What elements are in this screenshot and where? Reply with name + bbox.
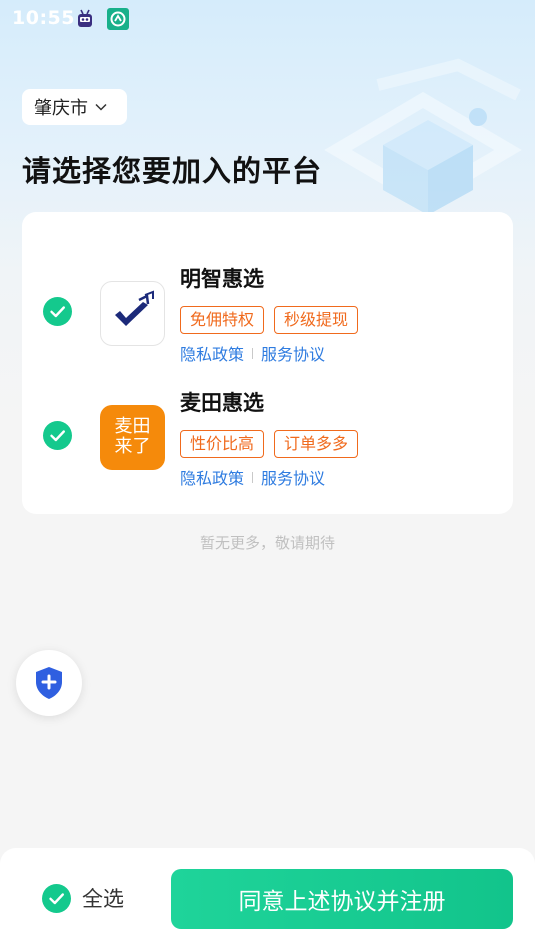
app-notification-icon: [107, 8, 129, 30]
platform-name: 明智惠选: [180, 267, 264, 291]
tag-badge: 订单多多: [274, 430, 359, 458]
checked-circle-icon[interactable]: [43, 297, 72, 326]
platform-tags: 免佣特权 秒级提现: [180, 306, 359, 334]
page-title: 请选择您要加入的平台: [22, 154, 323, 188]
privacy-policy-link[interactable]: 隐私政策: [180, 465, 244, 489]
chevron-down-icon: [95, 103, 107, 111]
city-label: 肇庆市: [34, 98, 88, 119]
floating-shield-button[interactable]: [16, 650, 82, 716]
shield-plus-icon: [36, 667, 62, 699]
service-agreement-link[interactable]: 服务协议: [261, 341, 325, 365]
maitian-logo: 麦田 来了: [100, 405, 165, 470]
tag-badge: 性价比高: [180, 430, 265, 458]
service-agreement-link[interactable]: 服务协议: [261, 465, 325, 489]
no-more-hint: 暂无更多，敬请期待: [199, 534, 335, 552]
link-divider: [252, 471, 254, 483]
platform-list-card: 明智惠选 免佣特权 秒级提现 隐私政策 服务协议 麦田 来了 麦田惠选 性价比高…: [22, 212, 513, 514]
platform-name: 麦田惠选: [180, 391, 264, 415]
mingzhi-checkmark-logo-icon: [115, 290, 154, 326]
city-selector[interactable]: 肇庆市: [22, 89, 127, 125]
status-bar: 10:55: [0, 0, 535, 38]
link-divider: [252, 347, 254, 359]
bottom-action-bar: 全选 同意上述协议并注册: [0, 848, 535, 951]
checked-circle-icon: [42, 883, 71, 913]
platform-tags: 性价比高 订单多多: [180, 430, 359, 458]
decorative-cube-illustration: [324, 58, 522, 215]
tag-badge: 免佣特权: [180, 306, 265, 334]
select-all-label: 全选: [82, 887, 124, 911]
maitian-logo-line1: 麦田: [114, 416, 151, 437]
checked-circle-icon[interactable]: [43, 421, 72, 450]
mingzhi-logo: [100, 281, 165, 346]
status-time: 10:55: [12, 7, 75, 29]
select-all-toggle[interactable]: 全选: [42, 883, 124, 913]
platform-links: 隐私政策 服务协议: [180, 341, 325, 365]
privacy-policy-link[interactable]: 隐私政策: [180, 341, 244, 365]
robot-notification-icon: [78, 9, 92, 27]
tag-badge: 秒级提现: [274, 306, 359, 334]
maitian-logo-line2: 来了: [114, 436, 151, 457]
platform-links: 隐私政策 服务协议: [180, 465, 325, 489]
agree-and-register-button[interactable]: 同意上述协议并注册: [171, 869, 513, 929]
